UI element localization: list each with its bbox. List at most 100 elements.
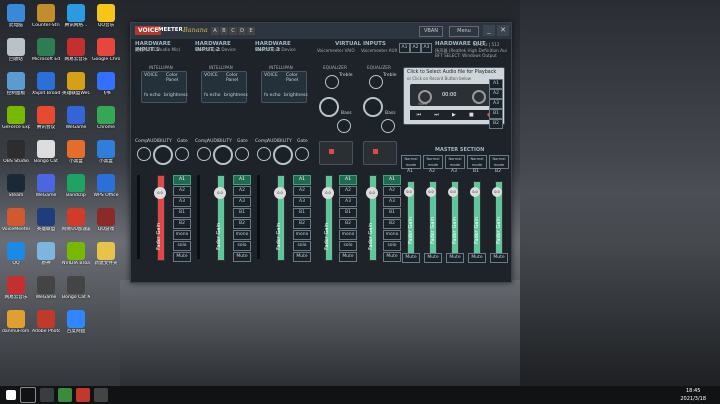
vban-button[interactable]: VBAN <box>419 26 443 37</box>
system-clock[interactable]: 18:45 2021/3/18 <box>680 387 706 403</box>
audibility-knob[interactable] <box>273 145 293 165</box>
route-button-mono[interactable]: mono <box>383 230 401 240</box>
route-button-a1[interactable]: A1 <box>383 175 401 185</box>
route-button-b2[interactable]: B2 <box>339 219 357 229</box>
fader-knob[interactable]: 0.0 <box>214 187 226 199</box>
close-button[interactable]: ✕ <box>497 25 509 36</box>
master-mute-button[interactable]: Mute <box>424 253 442 263</box>
bass-knob[interactable] <box>337 119 351 133</box>
desktop-icon[interactable]: WPS Office <box>92 174 120 198</box>
route-button-solo[interactable]: solo <box>293 241 311 251</box>
gate-knob[interactable] <box>175 147 189 161</box>
desktop-icon[interactable]: 小黑盒 <box>62 140 90 164</box>
desktop-icon[interactable]: VoiceMeeter <box>2 208 30 232</box>
master-mode-button[interactable]: Normal mode <box>423 155 443 169</box>
route-button-a1[interactable]: A1 <box>173 175 191 185</box>
route-button-b1[interactable]: B1 <box>383 208 401 218</box>
fader-knob[interactable]: 0.0 <box>322 187 334 199</box>
route-button-b1[interactable]: B1 <box>233 208 251 218</box>
route-button-b2[interactable]: B2 <box>293 219 311 229</box>
taskbar-voicemeeter-icon[interactable] <box>76 388 90 402</box>
audibility-knob[interactable] <box>153 145 173 165</box>
tape-out-b1-button[interactable]: B1 <box>489 109 503 119</box>
route-button-mute[interactable]: Mute <box>383 252 401 262</box>
desktop-icon[interactable]: NVIDIA Broadcast <box>62 242 90 266</box>
desktop-icon[interactable]: 腾讯网络... <box>62 4 90 28</box>
route-button-a3[interactable]: A3 <box>173 197 191 207</box>
tape-out-a2-button[interactable]: A2 <box>489 89 503 99</box>
route-button-a2[interactable]: A2 <box>173 186 191 196</box>
fader-knob[interactable]: 0.0 <box>274 187 286 199</box>
fader-knob[interactable]: 0.0 <box>154 187 166 199</box>
task-view-icon[interactable] <box>40 388 54 402</box>
route-button-solo[interactable]: solo <box>339 241 357 251</box>
desktop-icon[interactable]: Steam <box>2 174 30 198</box>
route-button-solo[interactable]: solo <box>233 241 251 251</box>
desktop-icon[interactable]: 英雄联盟WeGame <box>62 72 90 96</box>
desktop-icon[interactable]: 新建文件夹 <box>92 242 120 266</box>
desktop-icon[interactable]: Bandizip <box>62 174 90 198</box>
master-fader-knob[interactable]: 0.0 <box>448 187 458 197</box>
desktop-icon[interactable]: Adobe Photoshop <box>32 310 60 334</box>
fader-knob[interactable]: 0.0 <box>366 187 378 199</box>
eq-knob[interactable] <box>363 97 383 117</box>
desktop-icon[interactable]: 回收站 <box>2 38 30 62</box>
desktop-icon[interactable]: 百度网盘 <box>62 310 90 334</box>
tape-out-a1-button[interactable]: A1 <box>489 79 503 89</box>
route-button-a3[interactable]: A3 <box>233 197 251 207</box>
route-button-b2[interactable]: B2 <box>233 219 251 229</box>
route-button-solo[interactable]: solo <box>173 241 191 251</box>
minimize-button[interactable]: _ <box>483 25 495 36</box>
gate-knob[interactable] <box>295 147 309 161</box>
desktop-icon[interactable]: danmuFrom... <box>2 310 30 334</box>
route-button-mute[interactable]: Mute <box>233 252 251 262</box>
master-fader-knob[interactable]: 0.0 <box>426 187 436 197</box>
virtual-control-panel[interactable] <box>363 141 397 165</box>
virtual-control-panel[interactable] <box>319 141 353 165</box>
comp-knob[interactable] <box>257 147 271 161</box>
record-icon[interactable] <box>329 149 334 154</box>
route-button-mono[interactable]: mono <box>339 230 357 240</box>
menu-button[interactable]: Menu <box>449 26 479 37</box>
gate-knob[interactable] <box>235 147 249 161</box>
desktop-icon[interactable]: WeGame <box>32 276 60 300</box>
desktop-icon[interactable]: 网易云音乐 <box>2 276 30 300</box>
master-mute-button[interactable]: Mute <box>446 253 464 263</box>
window-titlebar[interactable]: VOICE MEETER Banana A B C D E VBAN Menu … <box>131 23 511 39</box>
master-mute-button[interactable]: Mute <box>468 253 486 263</box>
desktop-icon[interactable]: XSplit Broadcaster <box>32 72 60 96</box>
master-fader-knob[interactable]: 0.0 <box>404 187 414 197</box>
desktop-icon[interactable]: OBS Studio <box>2 140 30 164</box>
desktop-icon[interactable]: Google Chrome <box>92 38 120 62</box>
strip-device[interactable]: Select Input Device <box>195 47 236 52</box>
desktop-icon[interactable]: WeGame <box>62 106 90 130</box>
master-mute-button[interactable]: Mute <box>490 253 508 263</box>
audibility-knob[interactable] <box>213 145 233 165</box>
route-button-a3[interactable]: A3 <box>293 197 311 207</box>
desktop-icon[interactable]: 原神 <box>32 242 60 266</box>
route-button-a2[interactable]: A2 <box>233 186 251 196</box>
route-button-mute[interactable]: Mute <box>293 252 311 262</box>
desktop-icon[interactable]: 此电脑 <box>2 4 30 28</box>
route-button-mute[interactable]: Mute <box>173 252 191 262</box>
master-mode-button[interactable]: Normal mode <box>467 155 487 169</box>
route-button-b1[interactable]: B1 <box>173 208 191 218</box>
intellipan-panel[interactable]: VOICE Color Panel fx echo brightness <box>201 71 248 103</box>
route-button-mono[interactable]: mono <box>293 230 311 240</box>
desktop-icon[interactable]: 控制面板 <box>2 72 30 96</box>
desktop-icon[interactable]: GeForce Experience <box>2 106 30 130</box>
route-button-a2[interactable]: A2 <box>293 186 311 196</box>
route-button-mono[interactable]: mono <box>233 230 251 240</box>
route-button-b1[interactable]: B1 <box>293 208 311 218</box>
master-mute-button[interactable]: Mute <box>402 253 420 263</box>
route-button-b2[interactable]: B2 <box>173 219 191 229</box>
hw-out-a3-button[interactable]: A3 <box>421 43 432 53</box>
tape-out-b2-button[interactable]: B2 <box>489 119 503 129</box>
route-button-a3[interactable]: A3 <box>339 197 357 207</box>
desktop-icon[interactable]: Counter-Strike Global Off... <box>32 4 60 28</box>
intellipan-panel[interactable]: VOICE Color Panel fx echo brightness <box>141 71 188 103</box>
strip-device[interactable]: Select Input Device <box>255 47 296 52</box>
master-mode-button[interactable]: Normal mode <box>401 155 421 169</box>
master-fader-knob[interactable]: 0.0 <box>470 187 480 197</box>
desktop-icon[interactable]: QQ游戏 <box>92 208 120 232</box>
